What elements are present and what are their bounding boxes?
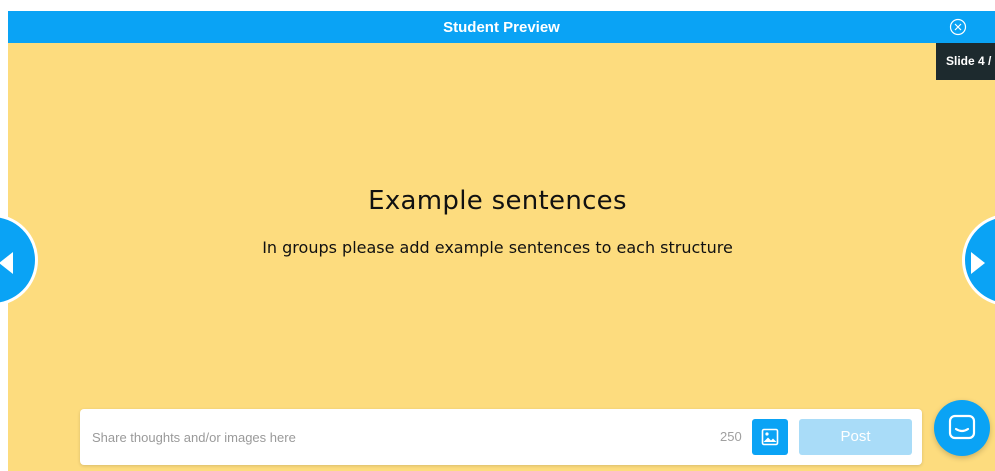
- close-icon[interactable]: [949, 18, 967, 36]
- slide-title: Example sentences: [368, 186, 627, 216]
- slide-subtitle: In groups please add example sentences t…: [262, 238, 733, 257]
- preview-header: Student Preview: [8, 11, 995, 43]
- chat-support-button[interactable]: [934, 400, 990, 456]
- character-count: 250: [720, 429, 742, 444]
- response-input[interactable]: [90, 423, 694, 451]
- add-image-button[interactable]: [752, 419, 788, 455]
- student-preview-window: Student Preview Slide 4 / 8 Example sent…: [0, 0, 995, 471]
- chat-icon: [948, 414, 976, 440]
- response-composer: 250 Post: [80, 409, 922, 465]
- triangle-left-icon: [0, 252, 13, 274]
- image-icon: [761, 428, 779, 446]
- header-title: Student Preview: [443, 18, 560, 36]
- triangle-right-icon: [971, 252, 985, 274]
- post-button[interactable]: Post: [799, 419, 912, 455]
- slide-counter: Slide 4 / 8: [936, 43, 995, 80]
- slide-canvas: [8, 43, 995, 471]
